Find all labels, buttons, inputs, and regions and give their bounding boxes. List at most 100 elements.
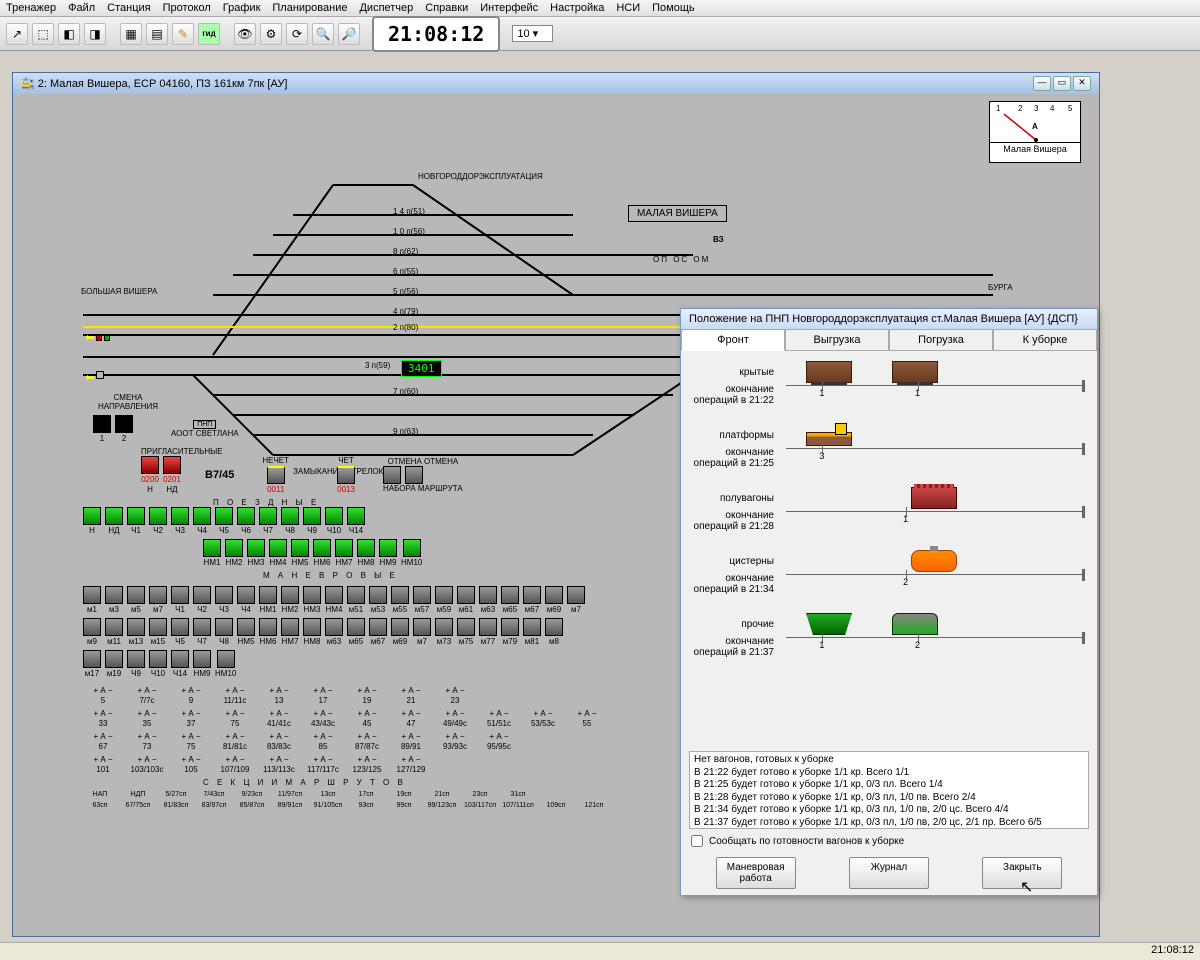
- panel-button[interactable]: [127, 507, 145, 525]
- panel-button[interactable]: [523, 618, 541, 636]
- tool-icon[interactable]: ◧: [58, 23, 80, 45]
- panel-button[interactable]: [105, 618, 123, 636]
- panel-button[interactable]: [335, 539, 353, 557]
- menu-item[interactable]: Настройка: [550, 2, 604, 14]
- cancel-button[interactable]: [383, 466, 401, 484]
- panel-button[interactable]: [193, 650, 211, 668]
- dir-button[interactable]: [93, 415, 111, 433]
- panel-button[interactable]: [325, 507, 343, 525]
- menu-item[interactable]: Справки: [425, 2, 468, 14]
- panel-button[interactable]: [83, 586, 101, 604]
- panel-button[interactable]: [217, 650, 235, 668]
- panel-button[interactable]: [193, 618, 211, 636]
- panel-button[interactable]: [413, 586, 431, 604]
- minimize-icon[interactable]: —: [1033, 76, 1051, 91]
- menubar[interactable]: Тренажер Файл Станция Протокол График Пл…: [0, 0, 1200, 17]
- panel-button[interactable]: [259, 507, 277, 525]
- tab-front[interactable]: Фронт: [681, 329, 785, 351]
- menu-item[interactable]: Станция: [107, 2, 150, 14]
- panel-button[interactable]: [193, 507, 211, 525]
- panel-button[interactable]: [435, 618, 453, 636]
- panel-button[interactable]: [347, 618, 365, 636]
- panel-button[interactable]: [523, 586, 541, 604]
- menu-item[interactable]: Помощь: [652, 2, 695, 14]
- panel-button[interactable]: [171, 650, 189, 668]
- menu-item[interactable]: Интерфейс: [480, 2, 538, 14]
- panel-button[interactable]: [171, 586, 189, 604]
- chet-button[interactable]: [337, 466, 355, 484]
- tool-icon[interactable]: 👁: [234, 23, 256, 45]
- tool-icon[interactable]: ⟳: [286, 23, 308, 45]
- panel-button[interactable]: [325, 586, 343, 604]
- cancel-button[interactable]: [405, 466, 423, 484]
- panel-button[interactable]: [303, 618, 321, 636]
- menu-item[interactable]: НСИ: [616, 2, 640, 14]
- menu-item[interactable]: График: [223, 2, 261, 14]
- panel-button[interactable]: [391, 586, 409, 604]
- tool-icon[interactable]: ◨: [84, 23, 106, 45]
- panel-button[interactable]: [237, 507, 255, 525]
- panel-button[interactable]: [545, 618, 563, 636]
- panel-button[interactable]: [193, 586, 211, 604]
- panel-button[interactable]: [171, 618, 189, 636]
- panel-button[interactable]: [149, 586, 167, 604]
- zoom-select[interactable]: 10 ▾: [512, 25, 553, 42]
- panel-button[interactable]: [281, 618, 299, 636]
- panel-button[interactable]: [83, 618, 101, 636]
- panel-button[interactable]: [479, 618, 497, 636]
- panel-button[interactable]: [127, 586, 145, 604]
- panel-button[interactable]: [105, 507, 123, 525]
- panel-button[interactable]: [247, 539, 265, 557]
- tool-icon[interactable]: ▦: [120, 23, 142, 45]
- panel-button[interactable]: [215, 507, 233, 525]
- tool-icon[interactable]: ↗: [6, 23, 28, 45]
- panel-button[interactable]: [391, 618, 409, 636]
- panel-button[interactable]: [149, 650, 167, 668]
- tool-icon[interactable]: 🔍: [312, 23, 334, 45]
- panel-button[interactable]: [369, 586, 387, 604]
- panel-button[interactable]: [357, 539, 375, 557]
- journal-button[interactable]: Журнал: [849, 857, 929, 889]
- tool-gid-icon[interactable]: гид: [198, 23, 220, 45]
- invite-button[interactable]: [163, 456, 181, 474]
- panel-button[interactable]: [215, 618, 233, 636]
- menu-item[interactable]: Диспетчер: [359, 2, 413, 14]
- search-icon[interactable]: 🔎: [338, 23, 360, 45]
- panel-button[interactable]: [105, 650, 123, 668]
- panel-button[interactable]: [567, 586, 585, 604]
- invite-button[interactable]: [141, 456, 159, 474]
- notify-checkbox[interactable]: [691, 835, 703, 847]
- panel-button[interactable]: [303, 586, 321, 604]
- panel-button[interactable]: [325, 618, 343, 636]
- tab-unload[interactable]: Выгрузка: [785, 329, 889, 350]
- panel-button[interactable]: [105, 586, 123, 604]
- log-area[interactable]: Нет вагонов, готовых к уборкеВ 21:22 буд…: [689, 751, 1089, 829]
- panel-button[interactable]: [127, 618, 145, 636]
- nechet-button[interactable]: [267, 466, 285, 484]
- panel-button[interactable]: [291, 539, 309, 557]
- shunting-button[interactable]: Маневровая работа: [716, 857, 796, 889]
- dir-button[interactable]: [115, 415, 133, 433]
- panel-button[interactable]: [313, 539, 331, 557]
- panel-button[interactable]: [347, 507, 365, 525]
- menu-item[interactable]: Протокол: [163, 2, 211, 14]
- panel-button[interactable]: [403, 539, 421, 557]
- tab-load[interactable]: Погрузка: [889, 329, 993, 350]
- panel-button[interactable]: [457, 618, 475, 636]
- panel-button[interactable]: [149, 618, 167, 636]
- panel-button[interactable]: [303, 507, 321, 525]
- panel-button[interactable]: [83, 650, 101, 668]
- menu-item[interactable]: Тренажер: [6, 2, 56, 14]
- panel-button[interactable]: [545, 586, 563, 604]
- panel-button[interactable]: [269, 539, 287, 557]
- panel-button[interactable]: [259, 586, 277, 604]
- panel-button[interactable]: [281, 586, 299, 604]
- tool-icon[interactable]: ⚙: [260, 23, 282, 45]
- panel-button[interactable]: [501, 618, 519, 636]
- menu-item[interactable]: Планирование: [272, 2, 347, 14]
- panel-button[interactable]: [413, 618, 431, 636]
- close-icon[interactable]: ✕: [1073, 76, 1091, 91]
- tab-cleanup[interactable]: К уборке: [993, 329, 1097, 350]
- panel-button[interactable]: [203, 539, 221, 557]
- close-button[interactable]: Закрыть: [982, 857, 1062, 889]
